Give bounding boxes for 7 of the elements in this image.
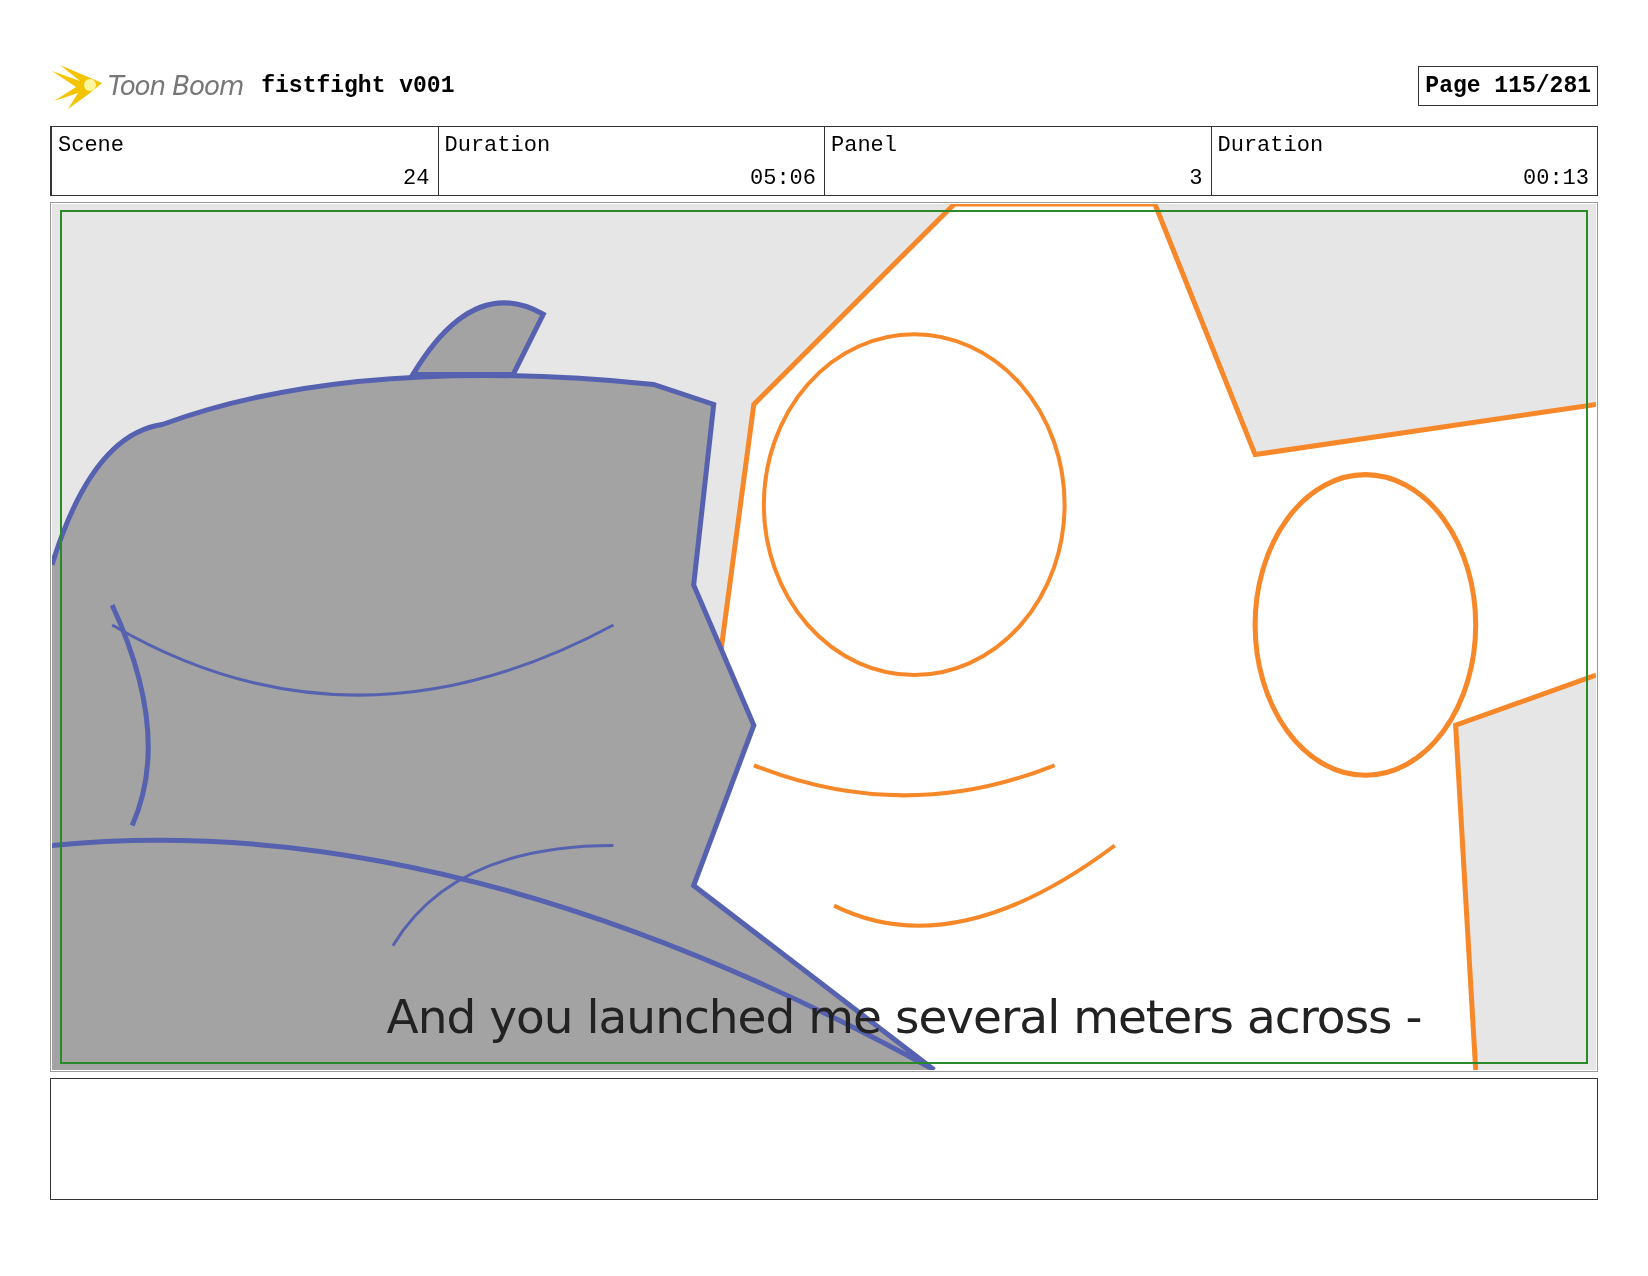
info-cell: Panel 3 — [824, 127, 1211, 195]
info-cell: Duration 00:13 — [1210, 127, 1597, 195]
page-number: Page 115/281 — [1418, 66, 1598, 106]
info-cell: Duration 05:06 — [437, 127, 824, 195]
info-cell: Scene 24 — [51, 127, 438, 195]
logo-text: Toon Boom — [108, 71, 244, 101]
project-title: fistfight v001 — [261, 73, 455, 99]
